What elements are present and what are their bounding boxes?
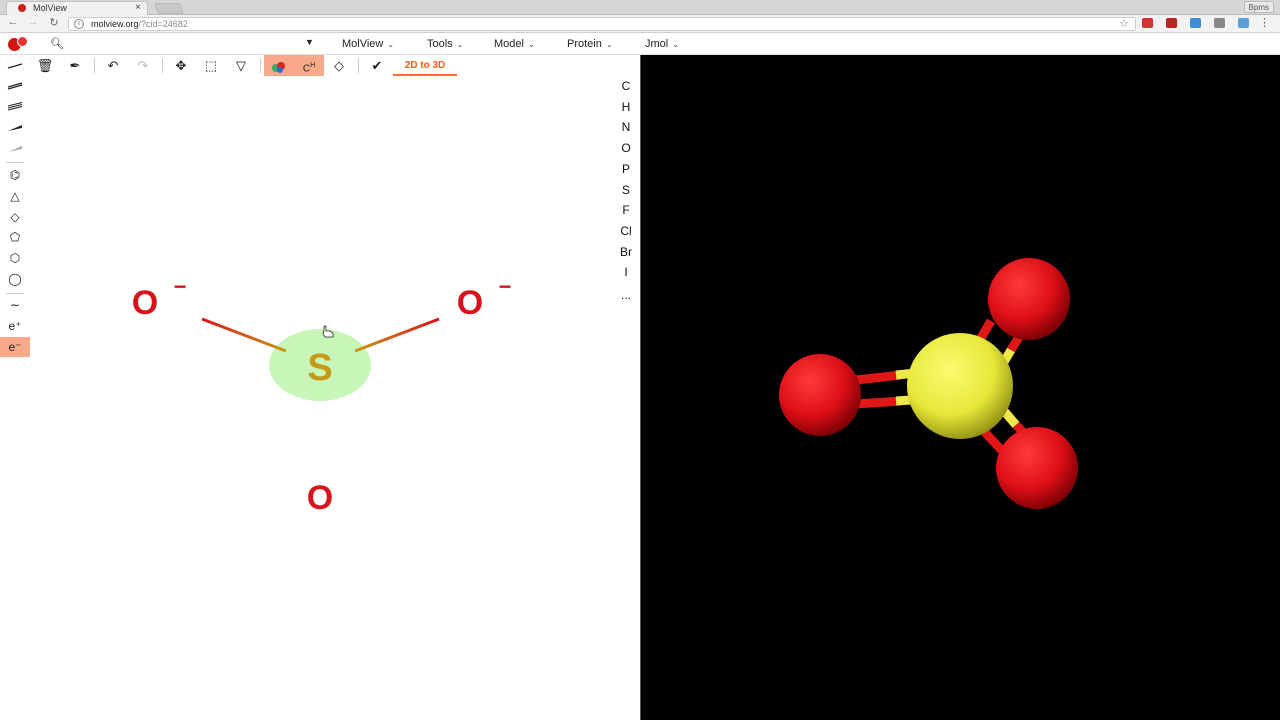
3d-atom-oxygen-top xyxy=(988,258,1070,340)
menu-molview[interactable]: MolView ⌄ xyxy=(342,38,394,50)
atom-oxygen-left[interactable]: O xyxy=(132,284,158,322)
back-arrow-icon[interactable]: ← xyxy=(6,16,20,28)
extension-gray-icon[interactable] xyxy=(1214,18,1225,28)
menu-protein[interactable]: Protein ⌄ xyxy=(567,38,613,50)
3d-model[interactable] xyxy=(641,55,1280,720)
tab-title: MolView xyxy=(33,3,67,13)
element-cl[interactable]: Cl xyxy=(612,221,640,241)
3d-atom-sulfur xyxy=(907,333,1013,439)
element-f[interactable]: F xyxy=(612,200,640,220)
new-tab-button[interactable] xyxy=(153,3,185,14)
extension-cast-icon[interactable] xyxy=(1238,18,1249,28)
browser-tab-strip: MolView × Bpms xyxy=(0,0,1280,15)
reload-icon[interactable]: ↻ xyxy=(47,16,61,29)
sketch-canvas[interactable]: S O − O − O xyxy=(0,55,612,720)
url-query: /?cid=24682 xyxy=(138,19,188,29)
atom-sulfur[interactable]: S xyxy=(307,347,332,389)
charge-right: − xyxy=(499,274,512,299)
3d-viewer[interactable] xyxy=(640,55,1280,720)
bond-s-o-right[interactable] xyxy=(354,317,440,353)
favicon-icon xyxy=(18,4,26,12)
element-c[interactable]: C xyxy=(612,76,640,96)
browser-tab[interactable]: MolView × xyxy=(6,1,148,15)
atom-oxygen-right[interactable]: O xyxy=(457,284,483,322)
element-s[interactable]: S xyxy=(612,180,640,200)
molview-logo[interactable] xyxy=(8,36,30,51)
site-info-icon[interactable]: i xyxy=(74,19,84,29)
profile-badge[interactable]: Bpms xyxy=(1243,1,1274,13)
menu-jmol[interactable]: Jmol ⌄ xyxy=(645,38,679,50)
element-more[interactable]: ... xyxy=(612,285,640,305)
tab-close-icon[interactable]: × xyxy=(135,2,141,13)
app-menu-bar: 🔍︎ ▼ MolView ⌄ Tools ⌄ Model ⌄ Protein ⌄ Jmo… xyxy=(0,34,1280,55)
address-bar-row: ← → ↻ i molview.org/?cid=24682 ☆ ⋮ xyxy=(0,15,1280,33)
extension-blue-icon[interactable] xyxy=(1190,18,1201,28)
element-h[interactable]: H xyxy=(612,97,640,117)
element-p[interactable]: P xyxy=(612,159,640,179)
bookmark-star-icon[interactable]: ☆ xyxy=(1119,17,1129,30)
extension-shield-icon[interactable] xyxy=(1166,18,1177,28)
element-br[interactable]: Br xyxy=(612,242,640,262)
browser-menu-icon[interactable]: ⋮ xyxy=(1259,16,1270,29)
bond-s-o-left[interactable] xyxy=(201,317,287,353)
element-o[interactable]: O xyxy=(612,138,640,158)
search-dropdown-icon[interactable]: ▼ xyxy=(305,37,314,47)
element-i[interactable]: I xyxy=(612,262,640,282)
forward-arrow-icon[interactable]: → xyxy=(26,16,40,28)
charge-left: − xyxy=(174,274,187,299)
menu-model[interactable]: Model ⌄ xyxy=(494,38,535,50)
element-n[interactable]: N xyxy=(612,117,640,137)
url-domain: molview.org xyxy=(91,19,139,29)
menu-tools[interactable]: Tools ⌄ xyxy=(427,38,463,50)
extension-red-icon[interactable] xyxy=(1142,18,1153,28)
atom-oxygen-bottom[interactable]: O xyxy=(307,479,333,517)
3d-atom-oxygen-left xyxy=(779,354,861,436)
3d-atom-oxygen-bottom xyxy=(996,427,1078,509)
url-input[interactable]: i molview.org/?cid=24682 ☆ xyxy=(68,17,1136,31)
sketcher-panel: 🗑︎ ✒ ↶ ↷ ✥ ⬚ ▽ CH ◇ ✔ 2D to 3D ⌬ △ ◇ ⬠ ⬡… xyxy=(0,55,640,720)
search-icon[interactable]: 🔍︎ xyxy=(50,37,64,50)
